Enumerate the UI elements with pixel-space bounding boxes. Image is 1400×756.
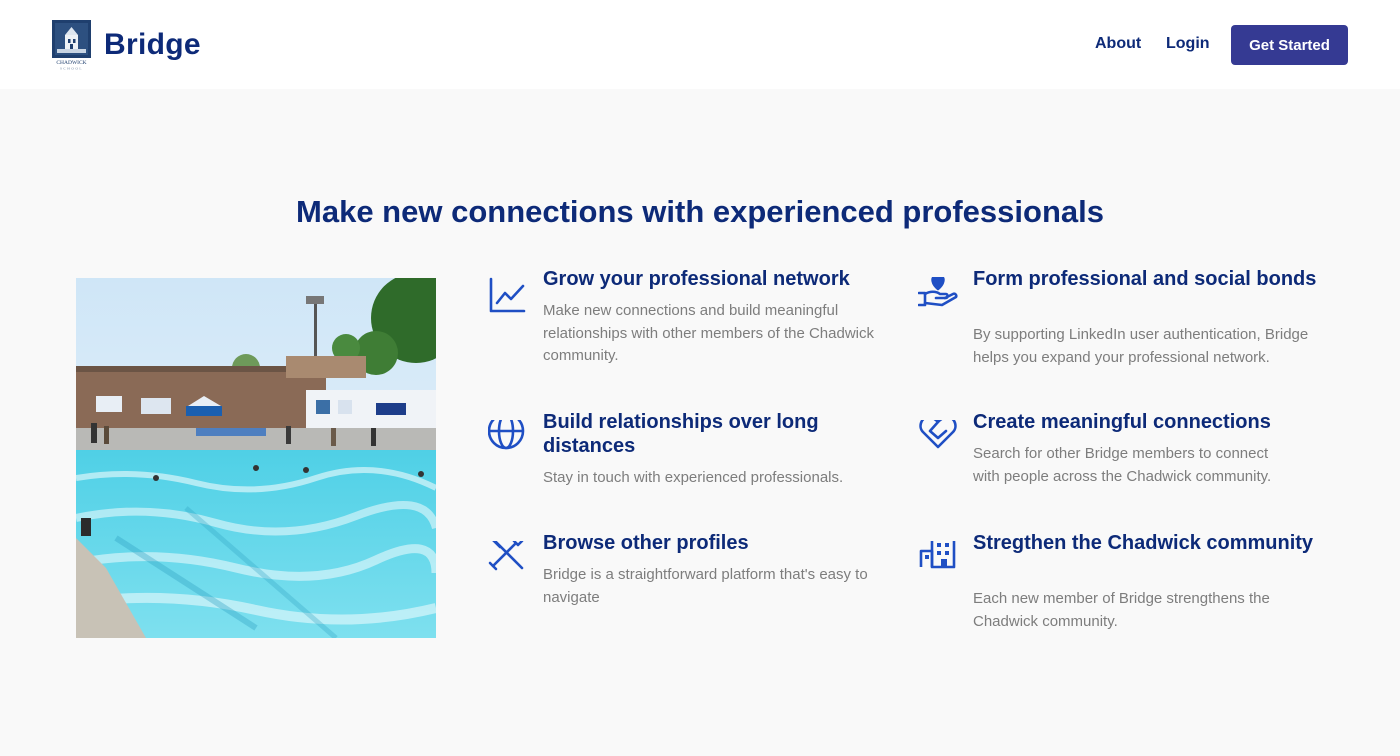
heart-icon [919,420,957,449]
feature-description: Bridge is a straightforward platform tha… [543,566,868,606]
feature-title: Browse other profiles [543,532,749,554]
chadwick-logo[interactable]: CHADWICK SCHOOL [52,20,91,70]
svg-text:SCHOOL: SCHOOL [60,67,83,71]
brand-name[interactable]: Bridge [104,28,201,62]
feature-title: Stregthen the Chadwick community [973,532,1314,554]
nav-login-link[interactable]: Login [1166,35,1210,53]
feature-title: Grow your professional network [543,268,850,290]
feature-description: Search for other Bridge members to conne… [973,445,1272,485]
get-started-button[interactable]: Get Started [1231,25,1348,65]
feature-title: Form professional and social bonds [973,268,1317,290]
hero-title: Make new connections with experienced pr… [296,194,1104,229]
feature-title: Build relationships over long distances [543,411,819,457]
nav-about-link[interactable]: About [1095,35,1141,53]
globe-icon [488,420,525,450]
building-icon [919,541,956,569]
feature-description: Make new connections and build meaningfu… [543,302,874,364]
feature-description: Each new member of Bridge strengthens th… [973,590,1270,630]
pool-photo [76,278,436,638]
tools-icon [488,541,524,571]
hand-heart-icon [918,277,958,307]
svg-text:CHADWICK: CHADWICK [56,60,86,66]
feature-description: Stay in touch with experienced professio… [543,469,844,486]
feature-title: Create meaningful connections [973,411,1271,433]
chart-line-icon [489,277,526,313]
feature-description: By supporting LinkedIn user authenticati… [973,326,1309,366]
site-header: CHADWICK SCHOOL Bridge About Login Get S… [0,0,1400,89]
